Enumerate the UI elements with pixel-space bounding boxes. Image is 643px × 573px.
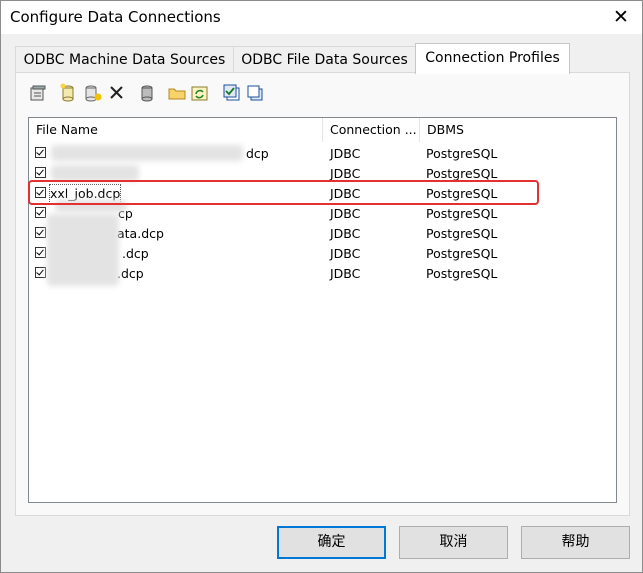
row-dbms: PostgreSQL [426, 226, 498, 241]
cancel-button[interactable]: 取消 [399, 526, 508, 559]
redaction-blur [47, 214, 119, 286]
ok-button[interactable]: 确定 [277, 526, 386, 559]
redaction-blur [51, 145, 243, 161]
database-icon[interactable] [137, 83, 157, 103]
row-dbms: PostgreSQL [426, 266, 498, 281]
column-header-file-name[interactable]: File Name [29, 118, 323, 142]
delete-icon[interactable] [107, 83, 127, 103]
copy-icon[interactable] [245, 83, 265, 103]
row-checkbox[interactable] [35, 267, 46, 278]
row-checkbox[interactable] [35, 227, 46, 238]
row-connection: JDBC [330, 246, 361, 261]
row-checkbox[interactable] [35, 207, 46, 218]
connection-profiles-list[interactable]: File Name Connection ... DBMS dcp JDBC P… [28, 117, 617, 503]
highlight-annotation-box [28, 180, 539, 205]
help-button[interactable]: 帮助 [521, 526, 630, 559]
check-all-icon[interactable] [222, 83, 242, 103]
window-title: Configure Data Connections [10, 8, 221, 26]
close-icon[interactable]: ✕ [601, 1, 641, 34]
row-connection: JDBC [330, 266, 361, 281]
properties-icon[interactable] [28, 83, 48, 103]
row-checkbox[interactable] [35, 247, 46, 258]
row-connection: JDBC [330, 226, 361, 241]
row-connection: JDBC [330, 206, 361, 221]
dialog-window: Configure Data Connections ✕ ODBC Machin… [0, 0, 643, 573]
list-header: File Name Connection ... DBMS [29, 118, 616, 142]
row-checkbox[interactable] [35, 167, 46, 178]
row-checkbox[interactable] [35, 147, 46, 158]
row-connection: JDBC [330, 146, 361, 161]
row-file-name: dcp [246, 146, 269, 161]
row-dbms: PostgreSQL [426, 146, 498, 161]
column-header-dbms[interactable]: DBMS [420, 118, 616, 142]
refresh-icon[interactable] [190, 83, 210, 103]
redaction-blur [51, 165, 139, 181]
row-file-name: ata.dcp [117, 226, 164, 241]
tab-connection-profiles[interactable]: Connection Profiles [415, 43, 570, 74]
connection-profiles-panel: File Name Connection ... DBMS dcp JDBC P… [15, 72, 630, 516]
row-dbms: PostgreSQL [426, 246, 498, 261]
row-file-name: .dcp [117, 266, 144, 281]
tab-odbc-file-data-sources[interactable]: ODBC File Data Sources [233, 46, 416, 73]
column-header-connection[interactable]: Connection ... [323, 118, 420, 142]
new-database-icon[interactable] [59, 83, 79, 103]
row-file-name: .dcp [122, 246, 149, 261]
folder-icon[interactable] [167, 83, 187, 103]
tab-odbc-machine-data-sources[interactable]: ODBC Machine Data Sources [15, 46, 234, 73]
row-dbms: PostgreSQL [426, 206, 498, 221]
add-database-icon[interactable] [83, 83, 103, 103]
title-bar: Configure Data Connections ✕ [1, 1, 642, 34]
